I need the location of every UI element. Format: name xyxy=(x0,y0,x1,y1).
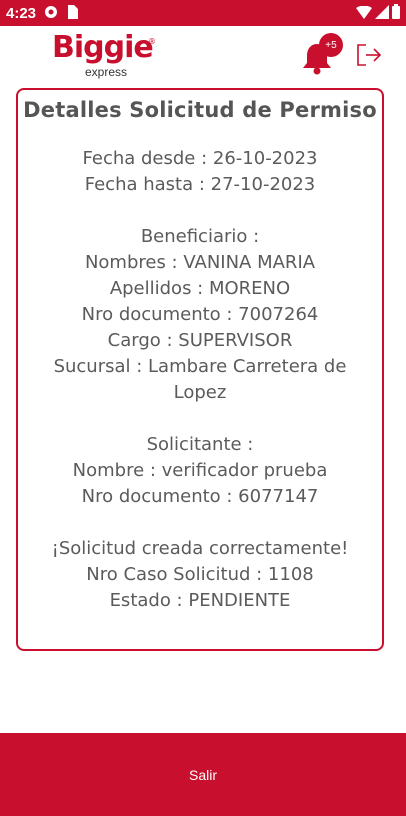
status-time: 4:23 xyxy=(6,4,37,22)
status-bar: 4:23 xyxy=(0,0,406,26)
card-title: Detalles Solicitud de Permiso xyxy=(23,98,377,122)
status-right xyxy=(356,3,400,23)
notification-dot-icon xyxy=(44,4,58,23)
estado: Estado : PENDIENTE xyxy=(109,590,291,611)
nro-caso: Nro Caso Solicitud : 1108 xyxy=(86,564,314,585)
notifications-button[interactable]: +5 xyxy=(300,33,344,75)
logout-button[interactable] xyxy=(356,43,382,67)
solicitante-label: Solicitante : xyxy=(146,434,254,455)
salir-button[interactable]: Salir xyxy=(0,733,406,816)
app-header: Biggie ® express +5 xyxy=(0,26,406,86)
battery-icon xyxy=(392,3,400,23)
details-card: Detalles Solicitud de Permiso Fecha desd… xyxy=(16,88,384,651)
success-message: ¡Solicitud creada correctamente! xyxy=(51,538,349,559)
sim-card-icon xyxy=(66,4,79,23)
beneficiario-apellidos: Apellidos : MORENO xyxy=(109,278,291,299)
logout-icon xyxy=(356,44,382,71)
solicitante-documento: Nro documento : 6077147 xyxy=(81,486,319,507)
logo-registered-mark: ® xyxy=(148,37,156,46)
notification-badge: +5 xyxy=(319,33,343,57)
beneficiario-sucursal: Sucursal : Lambare Carretera de xyxy=(53,356,347,377)
beneficiario-label: Beneficiario : xyxy=(140,226,260,247)
beneficiario-sucursal-cont: Lopez xyxy=(173,382,227,403)
signal-icon xyxy=(375,4,389,23)
logo-subtitle: express xyxy=(85,65,128,79)
wifi-icon xyxy=(356,4,372,23)
beneficiario-cargo: Cargo : SUPERVISOR xyxy=(107,330,293,351)
logo-wordmark: Biggie xyxy=(52,30,154,65)
solicitante-nombre: Nombre : verificador prueba xyxy=(72,460,328,481)
fecha-desde: Fecha desde : 26-10-2023 xyxy=(82,148,318,169)
beneficiario-nombres: Nombres : VANINA MARIA xyxy=(84,252,316,273)
biggie-logo: Biggie ® express xyxy=(52,31,162,83)
fecha-hasta: Fecha hasta : 27-10-2023 xyxy=(84,174,316,195)
card-body: Fecha desde : 26-10-2023 Fecha hasta : 2… xyxy=(18,146,382,614)
beneficiario-documento: Nro documento : 7007264 xyxy=(81,304,319,325)
